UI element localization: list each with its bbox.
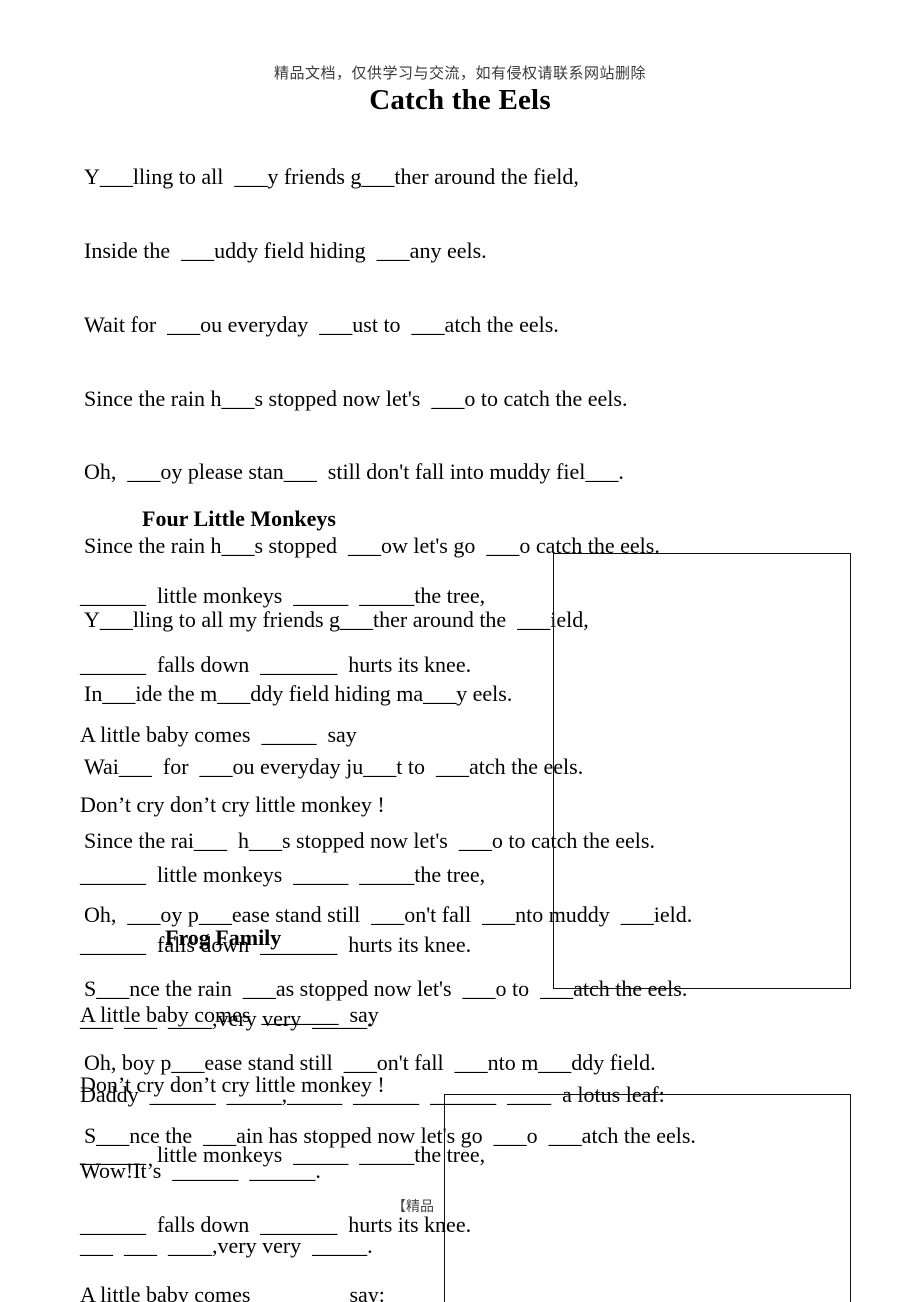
drawing-box-upper (553, 553, 851, 989)
drawing-box-lower (444, 1094, 851, 1302)
lyric-line: Y___lling to all ___y friends g___ther a… (84, 164, 579, 190)
top-watermark-text: 精品文档，仅供学习与交流，如有侵权请联系网站删除 (273, 64, 646, 82)
lyric-line: ______ little monkeys _____ _____the tre… (80, 582, 486, 608)
lyric-line: Don’t cry don’t cry little monkey ! (80, 792, 385, 818)
lyric-line: ______ little monkeys _____ _____the tre… (80, 862, 486, 888)
bottom-watermark-text: 【精品 (392, 1199, 434, 1215)
page-title: Catch the Eels (369, 84, 551, 116)
lyric-line: ___ ___ ____,very very _____. (80, 1006, 373, 1032)
lyric-line: ______ falls down _______ hurts its knee… (80, 932, 472, 958)
lyric-line: Wait for ___ou everyday ___ust to ___atc… (84, 311, 559, 337)
lyric-line: A little baby comes _____ say (80, 722, 357, 748)
lyric-line: Oh, ___oy please stan___ still don't fal… (84, 459, 624, 485)
lyric-line: Inside the ___uddy field hiding ___any e… (84, 237, 487, 263)
section-title-frog-family: Frog Family (165, 925, 282, 950)
lyric-line: Since the rain h___s stopped now let's _… (84, 385, 628, 411)
worksheet-page: 精品文档，仅供学习与交流，如有侵权请联系网站删除 Catch the Eels … (0, 0, 920, 1302)
lyric-line: ______ falls down _______ hurts its knee… (80, 652, 472, 678)
section-title-four-little-monkeys: Four Little Monkeys (142, 506, 336, 531)
